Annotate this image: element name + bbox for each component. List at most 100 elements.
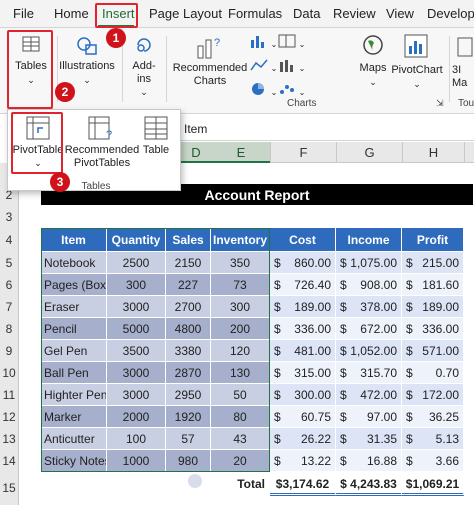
table-cell[interactable]: 300	[211, 296, 270, 318]
table-cell[interactable]: 1920	[166, 406, 211, 428]
table-cell[interactable]: $31.35	[336, 428, 402, 450]
table-cell[interactable]: 43	[211, 428, 270, 450]
table-cell[interactable]: 3000	[107, 296, 166, 318]
table-cell[interactable]: Pencil	[41, 318, 107, 340]
table-cell[interactable]: 73	[211, 274, 270, 296]
table-cell[interactable]: $1,052.00	[336, 340, 402, 362]
table-cell[interactable]: 3000	[107, 384, 166, 406]
table-header-cell[interactable]: Profit	[402, 228, 464, 252]
table-cell[interactable]: 20	[211, 450, 270, 472]
table-cell[interactable]: 100	[107, 428, 166, 450]
table-cell[interactable]: $3.66	[402, 450, 464, 472]
row-header[interactable]: 11	[0, 384, 19, 406]
table-header-cell[interactable]: Item	[41, 228, 107, 252]
column-header-f[interactable]: F	[270, 142, 336, 163]
column-header-e[interactable]: E	[212, 142, 270, 163]
table-cell[interactable]: 3500	[107, 340, 166, 362]
table-cell[interactable]: $472.00	[336, 384, 402, 406]
table-cell[interactable]: $908.00	[336, 274, 402, 296]
table-cell[interactable]: $16.88	[336, 450, 402, 472]
table-cell[interactable]: 5000	[107, 318, 166, 340]
table-cell[interactable]: 2700	[166, 296, 211, 318]
column-chart-icon[interactable]	[250, 34, 268, 48]
tab-data[interactable]: Data	[293, 6, 320, 21]
hierarchy-chart-icon[interactable]	[278, 34, 296, 48]
pie-chart-icon[interactable]	[250, 82, 268, 96]
table-header-cell[interactable]: Sales	[166, 228, 211, 252]
row-header[interactable]: 15	[0, 472, 19, 505]
table-cell[interactable]: 3000	[107, 362, 166, 384]
recommended-pivottables-button[interactable]: Recommended PivotTables	[64, 144, 140, 170]
row-header[interactable]: 5	[0, 252, 19, 274]
table-cell[interactable]: $315.00	[270, 362, 336, 384]
table-header-cell[interactable]: Quantity	[107, 228, 166, 252]
row-header[interactable]: 4	[0, 228, 19, 252]
table-cell[interactable]: 200	[211, 318, 270, 340]
table-cell[interactable]: $36.25	[402, 406, 464, 428]
dialog-launcher-icon[interactable]: ⇲	[436, 98, 444, 109]
column-header-partial[interactable]	[464, 142, 474, 163]
tab-home[interactable]: Home	[54, 6, 89, 21]
table-button[interactable]: Table	[138, 144, 174, 157]
table-cell[interactable]: $336.00	[270, 318, 336, 340]
table-cell[interactable]: $726.40	[270, 274, 336, 296]
table-cell[interactable]: 130	[211, 362, 270, 384]
table-cell[interactable]: Sticky Notes	[41, 450, 107, 472]
table-cell[interactable]: $336.00	[402, 318, 464, 340]
illustrations-button[interactable]: Illustrations	[58, 60, 116, 73]
row-header[interactable]: 8	[0, 318, 19, 340]
tab-file[interactable]: File	[13, 6, 34, 21]
table-cell[interactable]: $481.00	[270, 340, 336, 362]
table-cell[interactable]: $172.00	[402, 384, 464, 406]
table-cell[interactable]: 227	[166, 274, 211, 296]
line-chart-icon[interactable]	[250, 58, 268, 72]
table-cell[interactable]: Notebook	[41, 252, 107, 274]
table-cell[interactable]: 2150	[166, 252, 211, 274]
row-header[interactable]: 10	[0, 362, 19, 384]
table-cell[interactable]: $60.75	[270, 406, 336, 428]
recommended-charts-button[interactable]: Recommended Charts	[168, 62, 252, 88]
table-cell[interactable]: 1000	[107, 450, 166, 472]
table-cell[interactable]: $5.13	[402, 428, 464, 450]
row-header[interactable]: 6	[0, 274, 19, 296]
3d-maps-button[interactable]: 3I Ma	[452, 64, 474, 90]
total-label[interactable]: Total	[211, 472, 270, 496]
table-cell[interactable]: $13.22	[270, 450, 336, 472]
table-cell[interactable]: $181.60	[402, 274, 464, 296]
table-header-cell[interactable]: Income	[336, 228, 402, 252]
table-cell[interactable]: 2500	[107, 252, 166, 274]
row-header[interactable]: 9	[0, 340, 19, 362]
tab-view[interactable]: View	[386, 6, 414, 21]
table-cell[interactable]: Anticutter	[41, 428, 107, 450]
table-cell[interactable]: 57	[166, 428, 211, 450]
table-cell[interactable]: $215.00	[402, 252, 464, 274]
total-value[interactable]: $3,174.62	[270, 472, 336, 496]
table-cell[interactable]: 980	[166, 450, 211, 472]
table-cell[interactable]: 50	[211, 384, 270, 406]
table-cell[interactable]: 2000	[107, 406, 166, 428]
table-cell[interactable]: Ball Pen	[41, 362, 107, 384]
row-header[interactable]: 12	[0, 406, 19, 428]
column-header-d[interactable]: D	[180, 142, 212, 163]
table-cell[interactable]: $189.00	[402, 296, 464, 318]
total-value[interactable]: $ 4,243.83	[336, 472, 402, 496]
table-cell[interactable]: Marker	[41, 406, 107, 428]
table-cell[interactable]: $315.70	[336, 362, 402, 384]
table-cell[interactable]: Eraser	[41, 296, 107, 318]
tab-page-layout[interactable]: Page Layout	[149, 6, 222, 21]
table-cell[interactable]: $300.00	[270, 384, 336, 406]
total-value[interactable]: $1,069.21	[402, 472, 464, 496]
table-cell[interactable]: $1,075.00	[336, 252, 402, 274]
table-cell[interactable]: 80	[211, 406, 270, 428]
tab-formulas[interactable]: Formulas	[228, 6, 282, 21]
table-cell[interactable]: $860.00	[270, 252, 336, 274]
table-cell[interactable]: Pages (Box)	[41, 274, 107, 296]
tab-review[interactable]: Review	[333, 6, 376, 21]
formula-bar[interactable]: Item	[180, 117, 474, 141]
table-cell[interactable]: $571.00	[402, 340, 464, 362]
table-cell[interactable]: $97.00	[336, 406, 402, 428]
scatter-chart-icon[interactable]	[278, 82, 296, 96]
table-cell[interactable]: 4800	[166, 318, 211, 340]
table-header-cell[interactable]: Cost	[270, 228, 336, 252]
pivotchart-button[interactable]: PivotChart	[388, 64, 446, 77]
